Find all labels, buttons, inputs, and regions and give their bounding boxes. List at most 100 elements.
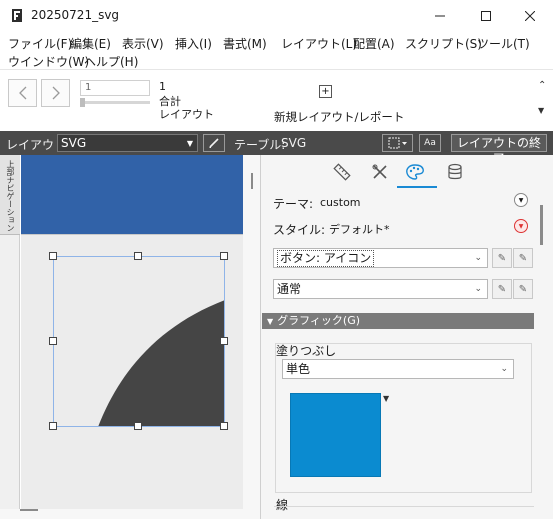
record-slider-thumb[interactable] — [80, 98, 85, 107]
show-text-button[interactable]: Aa — [419, 134, 441, 152]
resize-handle-n[interactable] — [134, 252, 142, 260]
minimize-icon — [435, 15, 445, 16]
theme-label: テーマ: — [273, 197, 314, 211]
fill-type-value: 単色 — [286, 362, 311, 376]
menu-tools[interactable]: ツール(T) — [477, 35, 530, 52]
part-divider — [21, 234, 243, 235]
maximize-button[interactable] — [463, 0, 509, 31]
top-navigation-part[interactable] — [21, 155, 243, 234]
tab-appearance[interactable] — [402, 161, 428, 183]
scrollbar-thumb[interactable] — [251, 173, 253, 189]
new-layout-icon[interactable]: + — [319, 85, 332, 98]
selection-tool-button[interactable] — [382, 134, 413, 152]
state-select-value: 通常 — [277, 282, 302, 296]
tab-styles[interactable] — [367, 161, 393, 183]
pin-button[interactable]: ✎ — [492, 279, 512, 299]
fill-type-select[interactable]: 単色 ⌄ — [282, 359, 514, 379]
exit-layout-button[interactable]: レイアウトの終了 — [451, 134, 547, 166]
menu-help[interactable]: ヘルプ(H) — [84, 53, 138, 70]
theme-value: custom — [320, 196, 361, 209]
menu-layouts[interactable]: レイアウト(L) — [281, 35, 357, 52]
table-label: テーブル: — [234, 138, 286, 152]
resize-handle-w[interactable] — [49, 337, 57, 345]
pushpin-icon: ✎ — [497, 283, 507, 295]
menu-view[interactable]: 表示(V) — [122, 35, 164, 52]
graphic-section-header[interactable]: ▼ グラフィック(G) — [262, 313, 534, 329]
active-tab-indicator — [397, 186, 437, 188]
menu-bar: ファイル(F) 編集(E) 表示(V) 挿入(I) 書式(M) レイアウト(L)… — [0, 31, 553, 69]
line-divider — [274, 506, 534, 507]
style-value: デフォルト* — [329, 223, 390, 236]
pin-button[interactable]: ✎ — [492, 248, 512, 268]
canvas-vertical-scrollbar[interactable] — [243, 155, 260, 509]
back-icon — [18, 86, 26, 100]
chevron-down-icon: ⌄ — [500, 364, 508, 374]
layout-count-label: レイアウト — [159, 108, 214, 121]
state-select[interactable]: 通常 ⌄ — [273, 279, 488, 299]
pushpin-icon: ✎ — [497, 252, 507, 264]
menu-file[interactable]: ファイル(F) — [8, 35, 72, 52]
theme-menu-button[interactable]: ▼ — [514, 193, 528, 207]
record-slider[interactable] — [80, 101, 150, 104]
tools-icon — [372, 164, 387, 179]
fill-label: 塗りつぶし — [276, 344, 337, 358]
edit-layout-button[interactable] — [203, 134, 225, 152]
menu-edit[interactable]: 編集(E) — [70, 35, 111, 52]
menu-insert[interactable]: 挿入(I) — [175, 35, 212, 52]
chevron-down-icon: ⌄ — [474, 253, 482, 263]
unpin-button[interactable]: ✎ — [513, 248, 533, 268]
layout-select[interactable]: SVG ▼ — [57, 134, 198, 152]
line-label: 線 — [276, 498, 289, 512]
database-icon — [448, 163, 462, 180]
object-select-value: ボタン: アイコン — [277, 250, 375, 267]
maximize-icon — [481, 10, 491, 21]
object-select[interactable]: ボタン: アイコン ⌄ — [273, 248, 488, 268]
chevron-down-icon: ▼ — [518, 196, 524, 204]
close-button[interactable] — [507, 0, 553, 31]
forward-icon — [52, 86, 60, 100]
inspector-tabs — [261, 155, 553, 190]
forward-button[interactable] — [41, 79, 70, 107]
fill-color-swatch[interactable] — [290, 393, 381, 477]
inspector-scrollbar-thumb[interactable] — [540, 205, 543, 245]
chevron-down-icon: ▼ — [186, 139, 193, 148]
style-menu-button[interactable]: ▼ — [514, 219, 528, 233]
menu-format[interactable]: 書式(M) — [223, 35, 267, 52]
chevron-down-icon: ▼ — [518, 222, 524, 230]
resize-handle-nw[interactable] — [49, 252, 57, 260]
close-icon — [525, 10, 535, 21]
tab-position[interactable] — [329, 161, 355, 183]
resize-handle-se[interactable] — [220, 422, 228, 430]
menu-scripts[interactable]: スクリプト(S) — [405, 35, 482, 52]
record-number-field[interactable]: 1 — [80, 80, 150, 96]
resize-handle-ne[interactable] — [220, 252, 228, 260]
pushpin-icon: ✎ — [518, 283, 528, 295]
unpin-button[interactable]: ✎ — [513, 279, 533, 299]
more-icon[interactable]: ▼ — [538, 106, 544, 115]
canvas-horizontal-scrollbar[interactable] — [0, 509, 260, 519]
selection-tool-icon — [388, 137, 407, 149]
table-value: SVG — [281, 136, 307, 150]
new-layout-button[interactable]: 新規レイアウト/レポート — [274, 109, 404, 125]
back-button[interactable] — [8, 79, 37, 107]
top-navigation-label: 上部ナビゲーション — [6, 160, 15, 232]
tab-data[interactable] — [442, 161, 468, 183]
scrollbar-thumb[interactable] — [20, 509, 38, 511]
chevron-down-icon: ⌄ — [474, 284, 482, 294]
layout-select-value: SVG — [61, 136, 87, 150]
menu-window[interactable]: ウインドウ(W) — [8, 53, 89, 70]
palette-icon — [406, 164, 424, 180]
resize-handle-sw[interactable] — [49, 422, 57, 430]
collapse-toolbar-icon[interactable]: ⌃ — [538, 80, 546, 91]
pushpin-icon: ✎ — [518, 252, 528, 264]
menu-arrange[interactable]: 配置(A) — [353, 35, 395, 52]
resize-handle-s[interactable] — [134, 422, 142, 430]
minimize-button[interactable] — [417, 0, 463, 31]
resize-handle-e[interactable] — [220, 337, 228, 345]
pencil-icon — [209, 138, 219, 148]
record-count: 1 — [159, 80, 166, 93]
window-title: 20250721_svg — [31, 8, 120, 22]
title-bar: 20250721_svg — [0, 0, 553, 31]
color-picker-arrow-icon[interactable]: ▼ — [383, 394, 389, 403]
filemaker-icon — [12, 9, 22, 22]
